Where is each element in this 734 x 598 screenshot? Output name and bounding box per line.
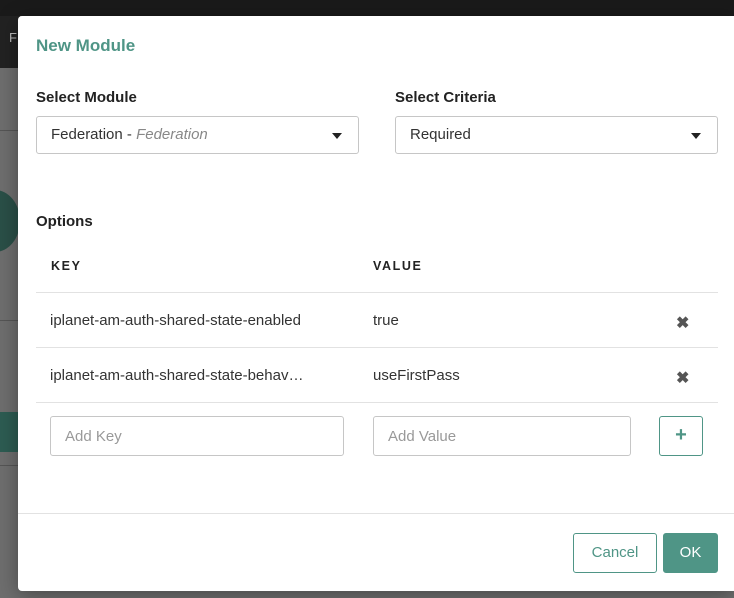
options-section-label: Options [36, 213, 93, 230]
select-module-separator: - [122, 126, 137, 143]
select-criteria-label: Select Criteria [395, 89, 496, 106]
add-value-input[interactable] [373, 416, 631, 456]
key-column-header: KEY [51, 259, 82, 273]
chevron-down-icon [332, 133, 342, 139]
ok-button[interactable]: OK [663, 533, 718, 573]
select-module-label: Select Module [36, 89, 137, 106]
select-criteria-dropdown[interactable]: Required [395, 116, 718, 154]
table-divider [36, 402, 718, 403]
select-module-hint: Federation [136, 126, 208, 143]
select-criteria-value: Required [410, 126, 471, 143]
table-divider [36, 347, 718, 348]
option-key: iplanet-am-auth-shared-state-behav… [50, 367, 304, 384]
background-header-block: F [0, 16, 20, 68]
value-column-header: VALUE [373, 259, 423, 273]
background-divider [0, 465, 20, 466]
select-module-dropdown[interactable]: Federation - Federation [36, 116, 359, 154]
background-top-bar [0, 0, 734, 16]
add-option-button[interactable]: + [659, 416, 703, 456]
cancel-button[interactable]: Cancel [573, 533, 657, 573]
add-key-input[interactable] [50, 416, 344, 456]
background-divider [0, 130, 20, 131]
delete-option-icon[interactable]: ✖ [676, 368, 689, 388]
table-divider [36, 292, 718, 293]
option-key: iplanet-am-auth-shared-state-enabled [50, 312, 301, 329]
new-module-dialog: New Module Select Module Federation - Fe… [18, 16, 734, 591]
footer-divider [18, 513, 734, 514]
background-header-letter: F [9, 30, 17, 45]
option-value: true [373, 312, 399, 329]
select-module-value: Federation [51, 126, 123, 143]
background-button [0, 412, 20, 452]
modal-title: New Module [36, 36, 136, 55]
delete-option-icon[interactable]: ✖ [676, 313, 689, 333]
background-divider [0, 320, 20, 321]
option-value: useFirstPass [373, 367, 460, 384]
chevron-down-icon [691, 133, 701, 139]
